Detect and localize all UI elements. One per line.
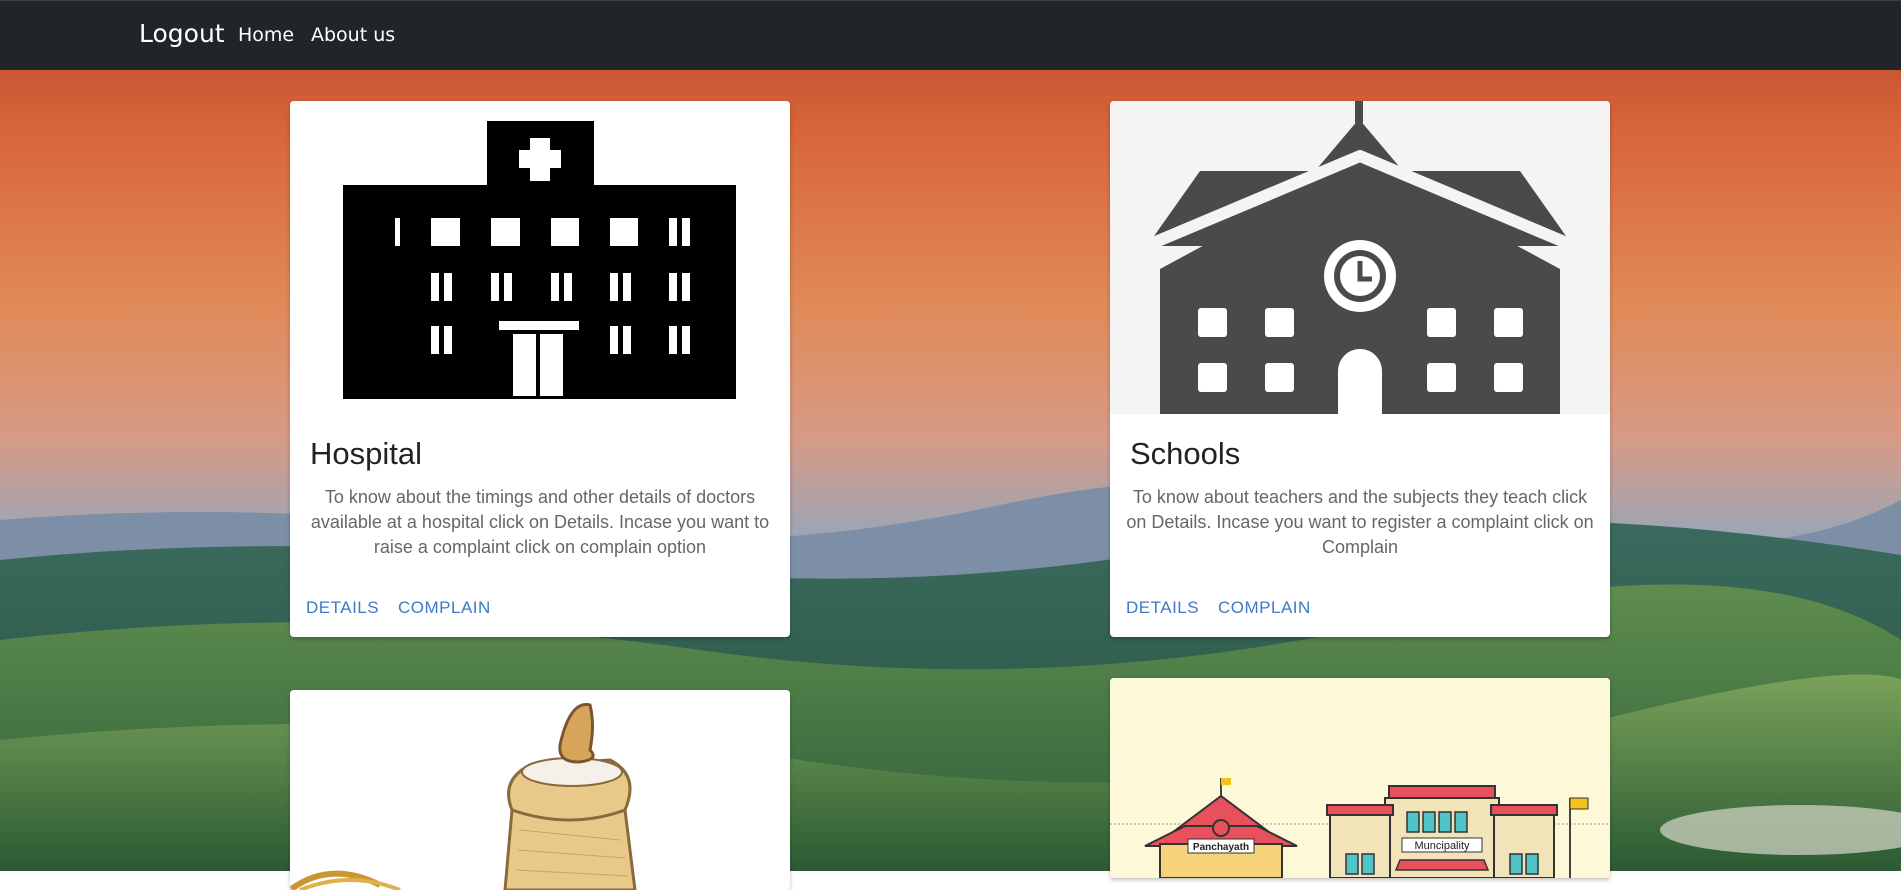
flour-sack-icon xyxy=(290,690,790,890)
panchayath-municipality-icon: Panchayath Muncipality xyxy=(1110,678,1610,878)
school-building-icon xyxy=(1110,101,1610,414)
logout-link[interactable]: Logout xyxy=(139,19,225,48)
municipality-label: Muncipality xyxy=(1414,840,1470,852)
top-navbar: Logout Home About us xyxy=(0,0,1901,70)
nav-link-home[interactable]: Home xyxy=(238,24,294,46)
panchayath-label: Panchayath xyxy=(1193,842,1249,853)
card-schools: Schools To know about teachers and the s… xyxy=(1110,101,1610,637)
hospital-complain-button[interactable]: COMPLAIN xyxy=(398,598,491,618)
schools-complain-button[interactable]: COMPLAIN xyxy=(1218,598,1311,618)
card-hospital: Hospital To know about the timings and o… xyxy=(290,101,790,637)
nav-link-about-us[interactable]: About us xyxy=(311,24,395,46)
card-description-hospital: To know about the timings and other deta… xyxy=(310,487,770,557)
card-ration xyxy=(290,690,790,890)
card-title-hospital: Hospital xyxy=(310,436,422,471)
landscape-background xyxy=(0,0,1901,871)
card-description-schools: To know about teachers and the subjects … xyxy=(1126,487,1594,557)
card-panchayath-municipality: Panchayath Muncipality xyxy=(1110,678,1610,878)
hospital-building-icon xyxy=(290,101,790,431)
hospital-details-button[interactable]: DETAILS xyxy=(306,598,379,618)
card-title-schools: Schools xyxy=(1130,436,1241,471)
schools-details-button[interactable]: DETAILS xyxy=(1126,598,1199,618)
